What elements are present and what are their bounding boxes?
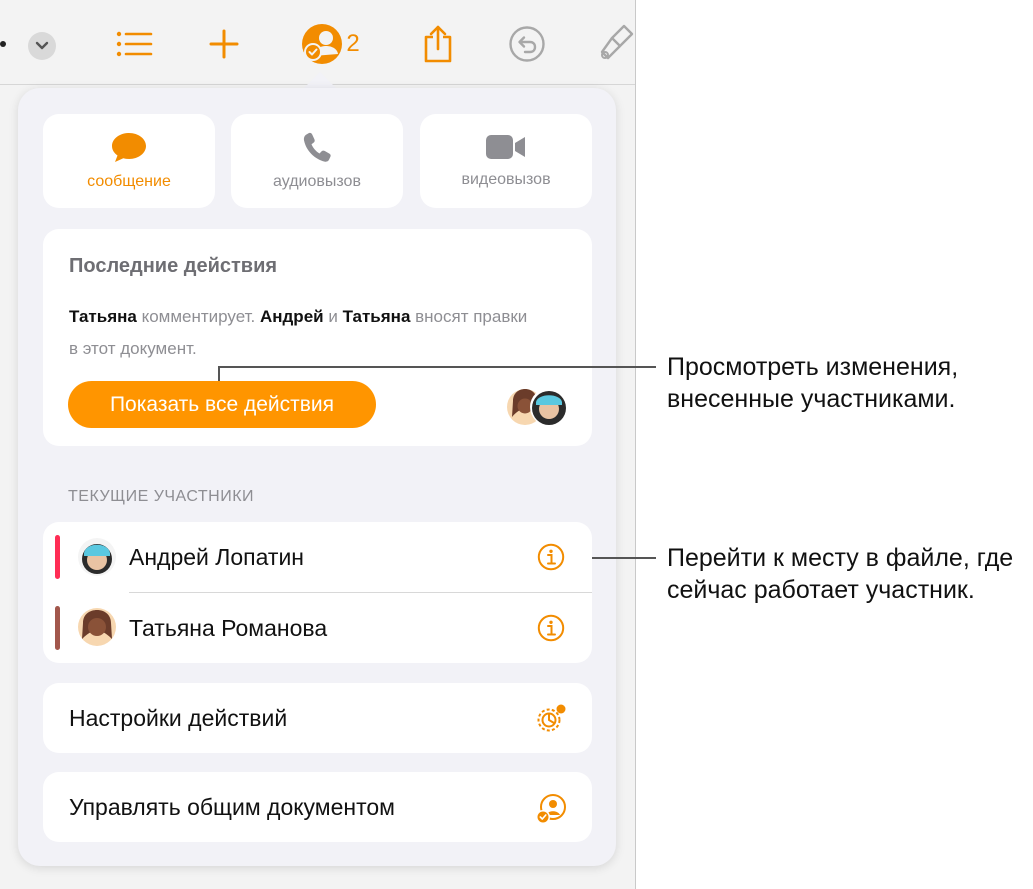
recent-name-3: Татьяна (342, 307, 411, 326)
activity-settings-gear-icon (534, 703, 568, 740)
callout-line-vertical (218, 366, 220, 381)
collaborate-button[interactable]: 2 (290, 22, 370, 66)
phone-icon (303, 132, 331, 162)
info-icon[interactable] (537, 543, 565, 576)
recent-avatars (507, 387, 568, 427)
collaborator-count: 2 (346, 30, 360, 57)
list-icon[interactable] (112, 22, 156, 66)
video-camera-icon (486, 135, 525, 159)
app-screenshot: 2 сообщение аудиовызов видеовызов Послед… (0, 0, 636, 889)
avatar-andrey-small (530, 388, 568, 426)
recent-name-2: Андрей (259, 307, 324, 326)
show-all-activity-button[interactable]: Показать все действия (68, 381, 376, 428)
recent-activity-text: Татьяна комментирует. Андрей и Татьяна в… (69, 301, 539, 365)
plus-icon[interactable] (202, 22, 246, 66)
recent-name-1: Татьяна (69, 307, 137, 326)
participant-name: Татьяна Романова (129, 615, 328, 641)
participants-card: Андрей Лопатин Татьяна Романова (43, 522, 592, 663)
participant-row[interactable]: Татьяна Романова (43, 593, 592, 663)
participant-name: Андрей Лопатин (129, 544, 304, 570)
callout-go-to-location: Перейти к месту в файле, где сейчас рабо… (667, 544, 1014, 604)
participants-header: ТЕКУЩИЕ УЧАСТНИКИ (68, 488, 255, 505)
avatar (77, 607, 117, 652)
participant-row[interactable]: Андрей Лопатин (43, 522, 592, 592)
more-dot-icon[interactable] (0, 41, 6, 47)
participant-color-bar (55, 606, 60, 650)
audio-call-label: аудиовызов (273, 173, 361, 190)
canvas: 2 сообщение аудиовызов видеовызов Послед… (0, 0, 1033, 889)
manage-shared-icon (534, 792, 568, 831)
chevron-down-icon[interactable] (28, 32, 56, 60)
collaborate-icon (302, 24, 343, 64)
recent-text-1: комментирует. (136, 307, 260, 326)
manage-shared-document-label: Управлять общим документом (69, 793, 395, 820)
callout-line-horizontal (218, 366, 656, 368)
manage-shared-document-row[interactable]: Управлять общим документом (43, 772, 592, 842)
callout-view-changes: Просмотреть изменения, внесенные участни… (667, 353, 959, 413)
popover-pointer (304, 72, 336, 88)
message-button[interactable]: сообщение (43, 114, 215, 208)
share-icon[interactable] (416, 22, 460, 66)
activity-settings-row[interactable]: Настройки действий (43, 683, 592, 753)
format-brush-icon[interactable] (592, 22, 635, 66)
message-bubble-icon (112, 133, 146, 162)
callout-line-horizontal (592, 557, 656, 559)
video-call-label: видеовызов (461, 171, 551, 188)
undo-icon[interactable] (505, 22, 549, 66)
activity-settings-label: Настройки действий (69, 704, 288, 731)
avatar (77, 537, 117, 582)
recent-activity-card: Последние действия Татьяна комментирует.… (43, 229, 592, 446)
recent-activity-title: Последние действия (69, 255, 278, 277)
video-call-button[interactable]: видеовызов (420, 114, 592, 208)
participant-color-bar (55, 535, 60, 579)
audio-call-button[interactable]: аудиовызов (231, 114, 403, 208)
info-icon[interactable] (537, 614, 565, 647)
message-label: сообщение (87, 173, 171, 190)
recent-text-2: и (323, 307, 343, 326)
